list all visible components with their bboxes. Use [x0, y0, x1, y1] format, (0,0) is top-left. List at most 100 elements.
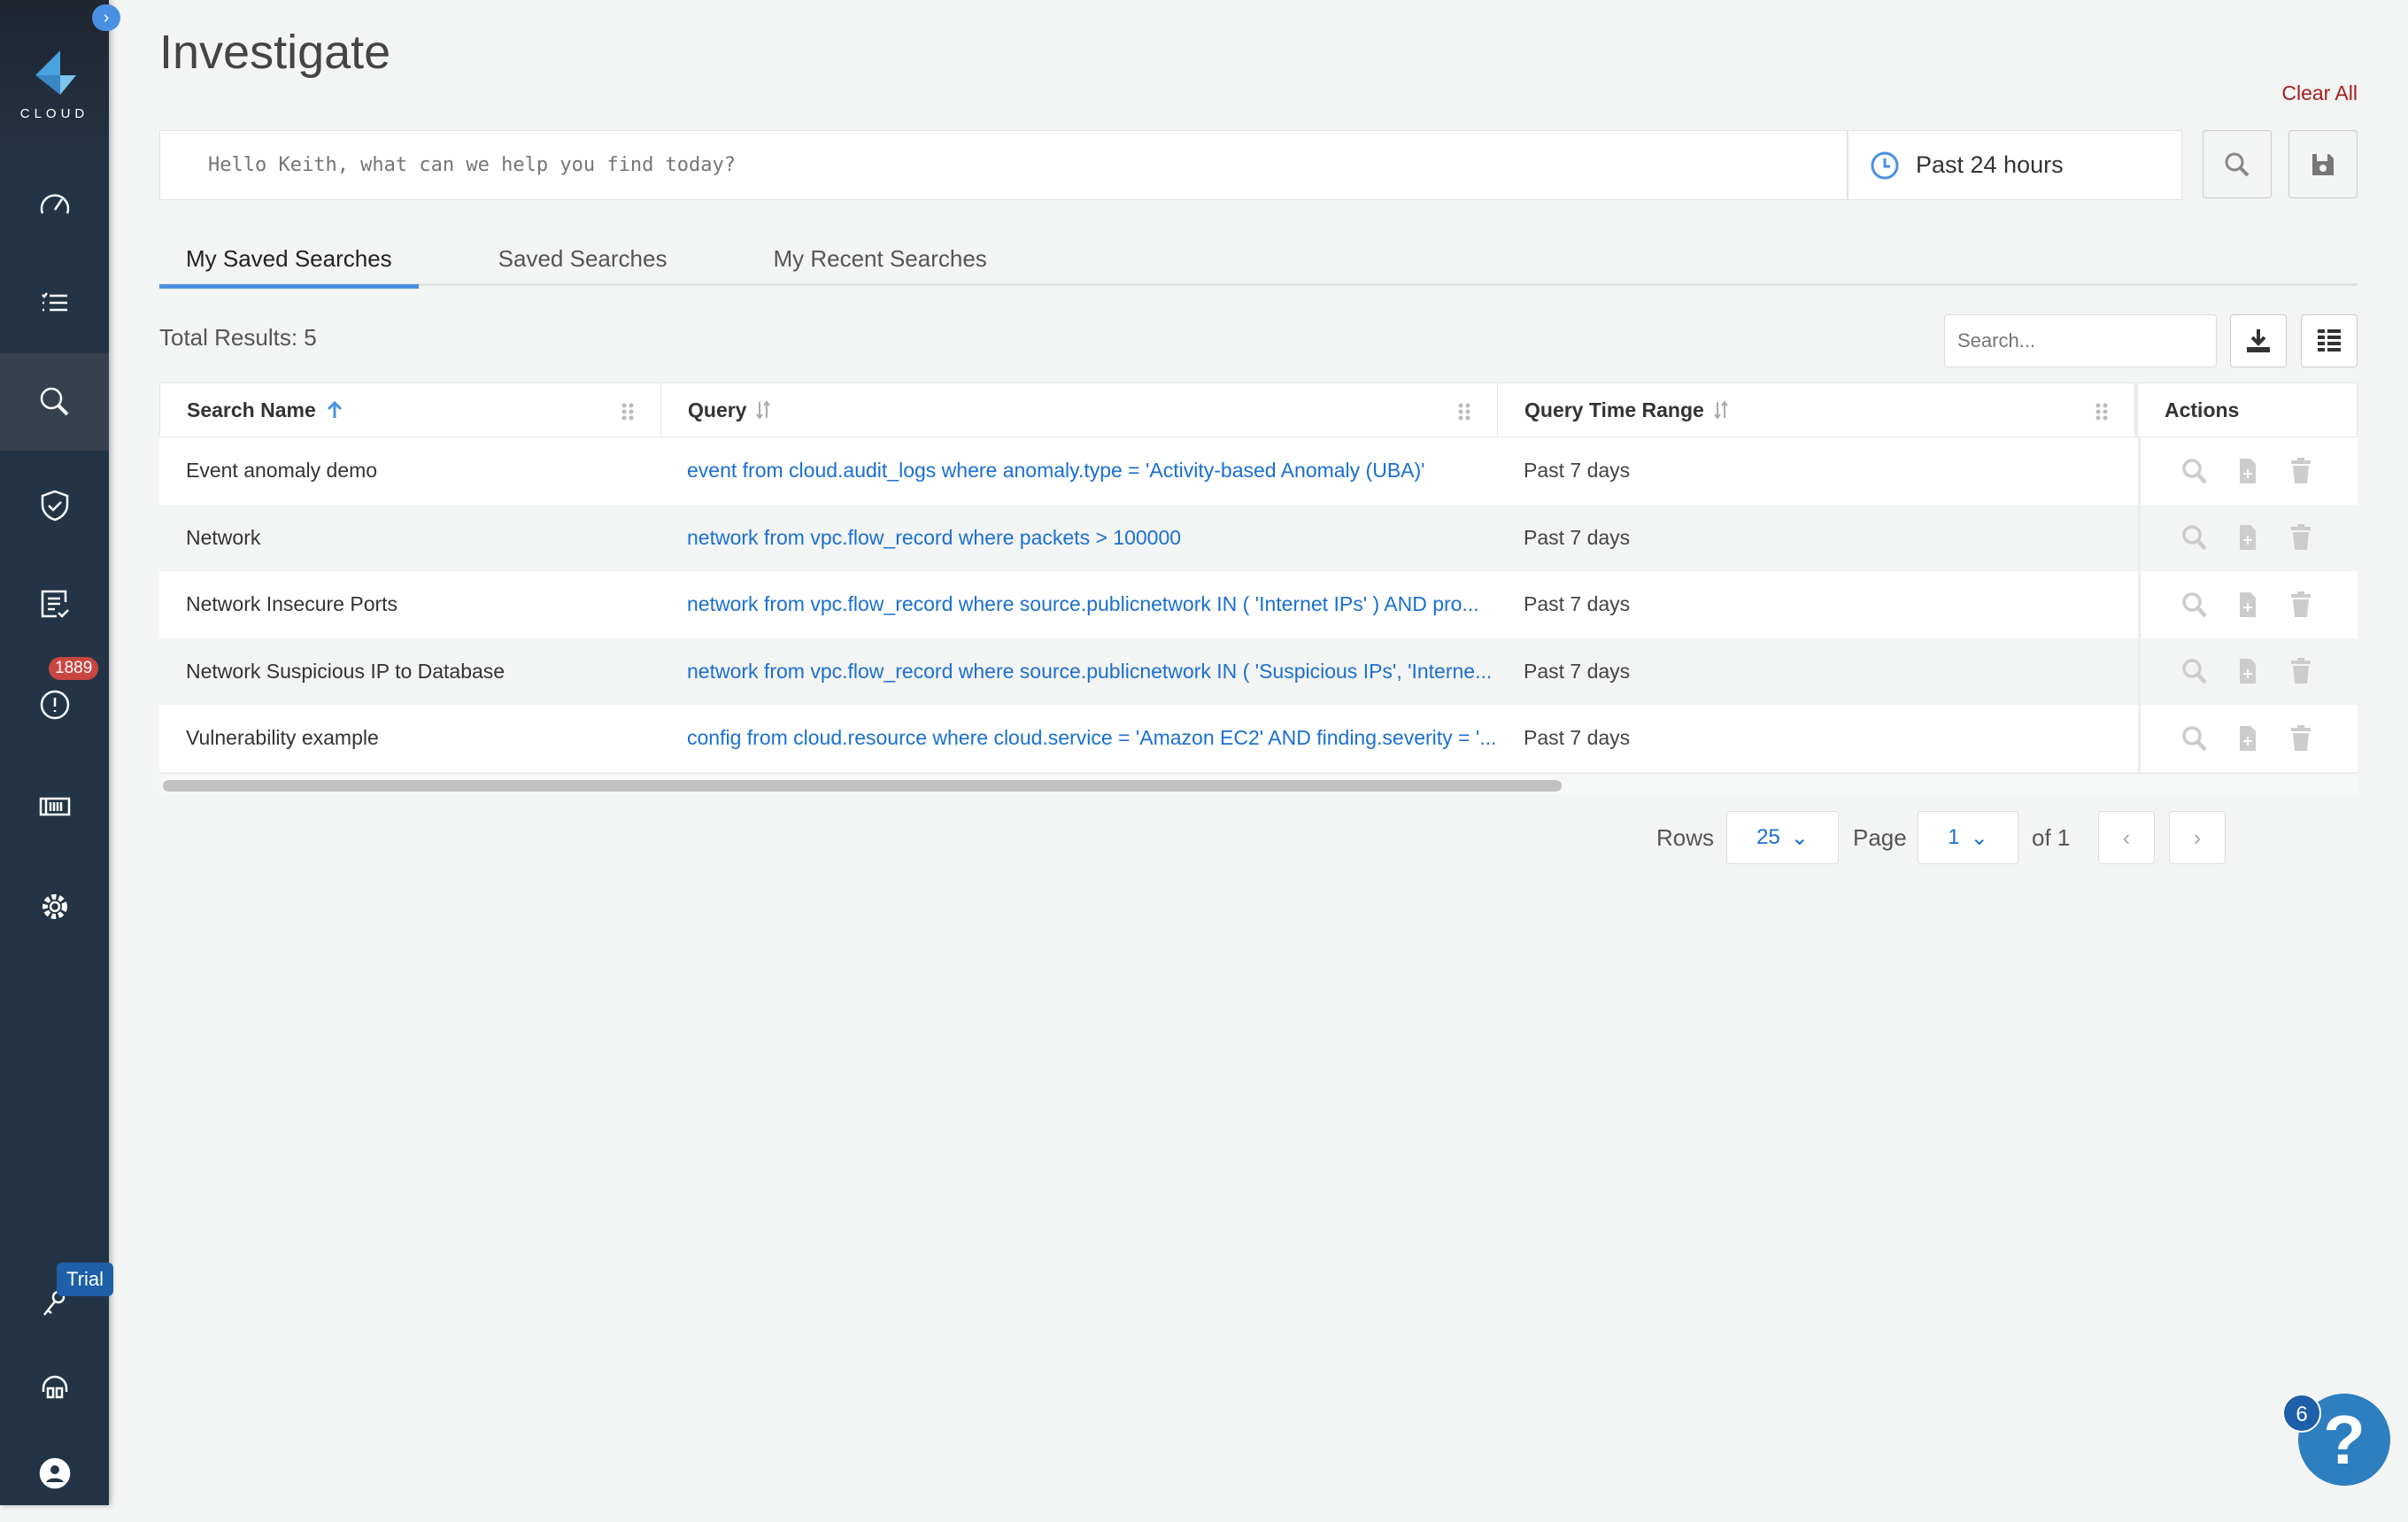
download-button[interactable] — [2230, 314, 2287, 367]
delete-trash-icon[interactable] — [2286, 456, 2316, 486]
search-name-cell: Network Suspicious IP to Database — [186, 659, 506, 683]
clear-all-link[interactable]: Clear All — [2281, 81, 2358, 105]
table-search-input[interactable] — [1957, 329, 2212, 352]
page-select[interactable]: 1 ⌄ — [1918, 811, 2018, 864]
report-icon — [41, 590, 69, 618]
time-range-selector[interactable]: Past 24 hours — [1848, 130, 2182, 200]
rows-per-page-select[interactable]: 25 ⌄ — [1726, 811, 1839, 864]
delete-trash-icon[interactable] — [2286, 522, 2316, 552]
sidebar-item-compute[interactable] — [0, 758, 109, 855]
shield-check-icon — [41, 490, 68, 521]
table-row[interactable]: Network network from vpc.flow_record wher… — [159, 504, 2358, 571]
sidebar-item-reports[interactable] — [0, 555, 109, 653]
alert-icon — [40, 690, 69, 720]
sidebar-item-dashboard[interactable] — [0, 156, 109, 253]
duplicate-file-icon[interactable] — [2233, 723, 2263, 753]
chevron-down-icon: ⌄ — [1970, 825, 1988, 850]
run-search-icon[interactable] — [2180, 723, 2210, 753]
page-label: Page — [1853, 823, 1907, 851]
duplicate-file-icon[interactable] — [2233, 590, 2263, 620]
page-value: 1 — [1948, 825, 1960, 849]
query-search-bar[interactable] — [159, 130, 1848, 200]
alerts-count-badge: 1889 — [49, 657, 99, 680]
sidebar-item-compliance[interactable] — [0, 457, 109, 554]
run-search-icon[interactable] — [2180, 456, 2210, 486]
expand-sidebar-button[interactable]: › — [92, 4, 120, 31]
row-actions — [2138, 637, 2358, 705]
query-link[interactable]: network from vpc.flow_record where sourc… — [660, 592, 1497, 616]
dashboard-gauge-icon — [40, 194, 69, 214]
duplicate-file-icon[interactable] — [2233, 456, 2263, 486]
table-search[interactable] — [1944, 314, 2217, 367]
delete-trash-icon[interactable] — [2286, 656, 2316, 686]
sort-ascending-icon[interactable] — [323, 398, 346, 421]
scrollbar-thumb[interactable] — [163, 780, 1562, 792]
next-page-button[interactable]: › — [2169, 811, 2226, 864]
save-search-button[interactable] — [2288, 130, 2358, 198]
clock-icon — [1871, 151, 1899, 179]
saved-searches-table: Search Name Query Query Time Range Actio… — [159, 382, 2358, 772]
query-input[interactable] — [160, 131, 1847, 199]
time-range-cell: Past 7 days — [1524, 459, 1631, 483]
rows-label: Rows — [1656, 823, 1715, 851]
tab-my-saved-searches[interactable]: My Saved Searches — [159, 239, 419, 289]
tab-my-recent-searches[interactable]: My Recent Searches — [746, 239, 1013, 286]
drag-handle-icon[interactable] — [621, 403, 634, 421]
duplicate-file-icon[interactable] — [2233, 522, 2263, 552]
save-disk-icon — [2312, 153, 2334, 175]
drag-handle-icon[interactable] — [2095, 403, 2108, 421]
sort-icon[interactable] — [753, 398, 773, 421]
run-search-icon[interactable] — [2180, 656, 2210, 686]
query-link[interactable]: network from vpc.flow_record where sourc… — [660, 660, 1497, 684]
run-search-icon[interactable] — [2180, 522, 2210, 552]
tab-saved-searches[interactable]: Saved Searches — [472, 239, 694, 286]
logo[interactable]: CLOUD — [0, 49, 109, 121]
table-row[interactable]: Network Insecure Ports network from vpc.f… — [159, 571, 2358, 638]
sidebar-item-settings[interactable] — [0, 858, 109, 955]
column-search-name[interactable]: Search Name — [160, 383, 661, 437]
download-icon — [2247, 329, 2270, 352]
table-body: Event anomaly demo event from cloud.audit… — [159, 437, 2358, 772]
time-range-cell: Past 7 days — [1524, 726, 1631, 750]
query-link[interactable]: network from vpc.flow_record where packe… — [660, 526, 1497, 550]
sort-icon[interactable] — [1711, 398, 1731, 421]
run-search-button[interactable] — [2203, 130, 2272, 198]
row-actions — [2138, 705, 2358, 772]
column-query-time-range[interactable]: Query Time Range — [1498, 383, 2135, 437]
sidebar-item-profile[interactable] — [0, 1425, 109, 1522]
search-name-cell: Network — [186, 525, 261, 549]
chevron-right-icon: › — [2193, 823, 2202, 851]
table-row[interactable]: Vulnerability example config from cloud.r… — [159, 705, 2358, 772]
support-headset-icon — [42, 1375, 67, 1399]
duplicate-file-icon[interactable] — [2233, 656, 2263, 686]
table-header: Search Name Query Query Time Range Actio… — [159, 382, 2358, 437]
column-actions: Actions — [2135, 383, 2357, 437]
table-row[interactable]: Network Suspicious IP to Database network… — [159, 637, 2358, 705]
user-profile-icon — [39, 1457, 70, 1489]
query-link[interactable]: config from cloud.resource where cloud.s… — [660, 726, 1497, 750]
sidebar-item-support[interactable] — [0, 1340, 109, 1437]
list-columns-icon — [2318, 329, 2341, 352]
table-row[interactable]: Event anomaly demo event from cloud.audit… — [159, 437, 2358, 505]
delete-trash-icon[interactable] — [2286, 590, 2316, 620]
rows-value: 25 — [1756, 825, 1780, 849]
column-settings-button[interactable] — [2301, 314, 2358, 367]
total-results: Total Results: 5 — [159, 324, 317, 351]
search-name-cell: Network Insecure Ports — [186, 592, 398, 616]
search-name-cell: Event anomaly demo — [186, 459, 378, 483]
row-actions — [2138, 571, 2358, 638]
previous-page-button[interactable]: ‹ — [2098, 811, 2155, 864]
sidebar-item-investigate[interactable] — [0, 353, 109, 451]
delete-trash-icon[interactable] — [2286, 723, 2316, 753]
drag-handle-icon[interactable] — [1458, 403, 1470, 421]
trial-badge: Trial — [57, 1263, 113, 1296]
search-name-cell: Vulnerability example — [186, 726, 379, 750]
time-range-value: Past 24 hours — [1916, 151, 2064, 178]
time-range-cell: Past 7 days — [1524, 525, 1631, 549]
column-query[interactable]: Query — [661, 383, 1498, 437]
column-label: Actions — [2165, 398, 2240, 421]
horizontal-scrollbar[interactable] — [159, 773, 2358, 794]
query-link[interactable]: event from cloud.audit_logs where anomal… — [660, 459, 1497, 483]
sidebar-item-policies[interactable] — [0, 254, 109, 352]
run-search-icon[interactable] — [2180, 590, 2210, 620]
